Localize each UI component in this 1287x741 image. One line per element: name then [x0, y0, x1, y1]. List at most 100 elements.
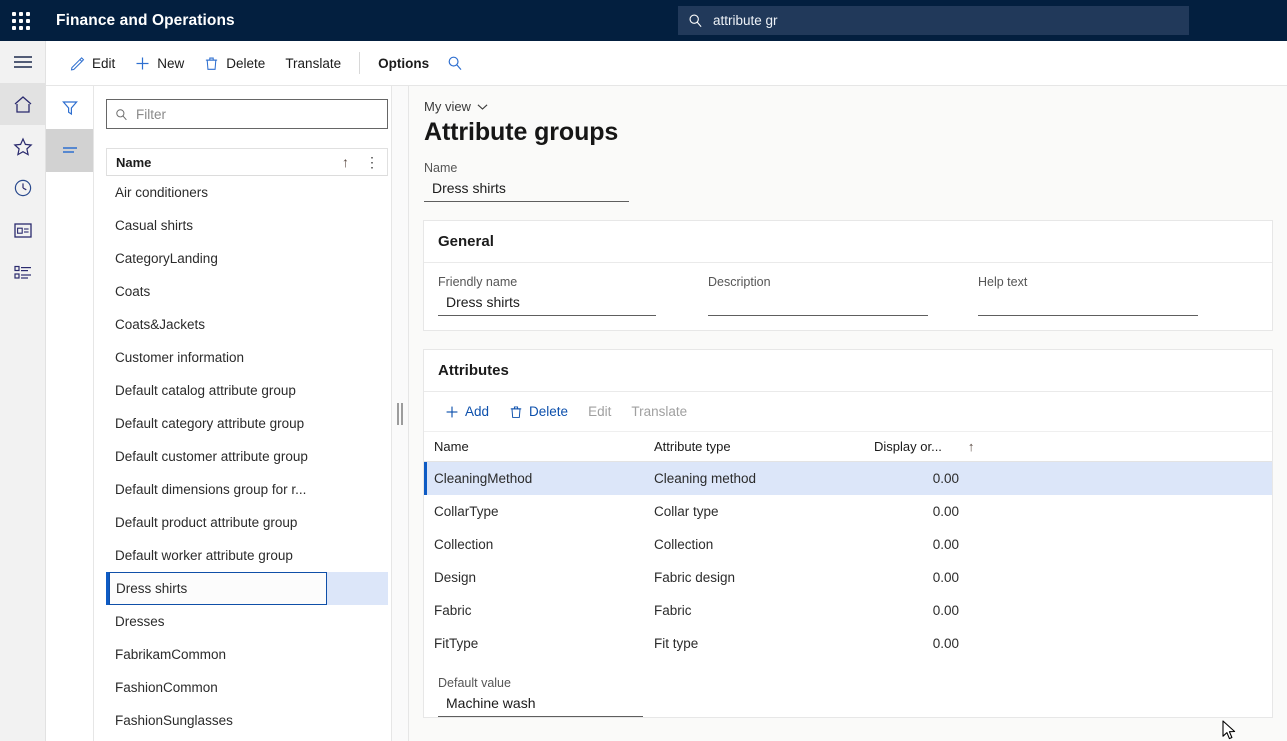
- app-launcher-grid-icon[interactable]: [0, 0, 42, 41]
- attributes-edit-label: Edit: [588, 404, 611, 419]
- navigation-rail: [0, 41, 46, 741]
- list-lines-icon[interactable]: [46, 129, 93, 172]
- attributes-delete-button[interactable]: Delete: [500, 398, 577, 426]
- attributes-add-button[interactable]: Add: [436, 398, 498, 426]
- list-item[interactable]: CategoryLanding: [106, 242, 388, 275]
- list-item-label: Default customer attribute group: [115, 449, 308, 464]
- search-icon: [115, 108, 128, 121]
- delete-button-label: Delete: [226, 56, 265, 71]
- list-item[interactable]: FashionCommon: [106, 671, 388, 704]
- sort-ascending-arrow: ↑: [342, 154, 365, 170]
- default-value-label: Default value: [438, 676, 1272, 690]
- cell-name: CollarType: [427, 504, 647, 519]
- list-item-label: Coats: [115, 284, 150, 299]
- translate-button-label: Translate: [285, 56, 341, 71]
- global-search-box[interactable]: [678, 6, 1189, 35]
- cell-attribute-type: Fabric: [647, 603, 867, 618]
- description-field-group: Description: [708, 275, 978, 316]
- list-item[interactable]: Customer information: [106, 341, 388, 374]
- global-search-input[interactable]: [713, 13, 1179, 28]
- attributes-add-label: Add: [465, 404, 489, 419]
- list-column-header[interactable]: Name ↑ ⋮: [106, 148, 388, 176]
- translate-button[interactable]: Translate: [275, 47, 351, 79]
- list-item-selected[interactable]: Dress shirts: [106, 572, 388, 605]
- attributes-section-title: Attributes: [424, 350, 1272, 392]
- list-column-header-label: Name: [107, 155, 342, 170]
- column-header-display-order[interactable]: Display or... ↑: [864, 439, 984, 454]
- list-item[interactable]: Default customer attribute group: [106, 440, 388, 473]
- hamburger-menu-icon[interactable]: [0, 41, 46, 83]
- list-item[interactable]: Default category attribute group: [106, 407, 388, 440]
- list-item-selected-cell[interactable]: Dress shirts: [109, 572, 327, 605]
- default-value-field-group: Default value: [438, 676, 1272, 717]
- list-item[interactable]: Dresses: [106, 605, 388, 638]
- help-text-input[interactable]: [978, 292, 1198, 316]
- list-item-label: Customer information: [115, 350, 244, 365]
- table-row[interactable]: Collection Collection 0.00: [424, 528, 1272, 561]
- help-text-label: Help text: [978, 275, 1248, 289]
- clock-icon[interactable]: [0, 167, 46, 209]
- workspace-icon[interactable]: [0, 209, 46, 251]
- list-pane: Name ↑ ⋮ Air conditioners Casual shirts …: [46, 86, 397, 741]
- table-row[interactable]: Fabric Fabric 0.00: [424, 594, 1272, 627]
- name-field-input[interactable]: [424, 178, 629, 202]
- attributes-grid: Name Attribute type Display or... ↑ Clea…: [424, 432, 1272, 660]
- view-selector[interactable]: My view: [424, 99, 488, 114]
- filter-funnel-icon[interactable]: [46, 86, 93, 129]
- list-item[interactable]: Coats: [106, 275, 388, 308]
- friendly-name-input[interactable]: [438, 292, 656, 316]
- attributes-grid-header: Name Attribute type Display or... ↑: [424, 432, 1272, 462]
- new-button-label: New: [157, 56, 184, 71]
- filter-input-wrapper[interactable]: [106, 99, 388, 129]
- filter-input[interactable]: [136, 107, 379, 122]
- table-row[interactable]: CleaningMethod Cleaning method 0.00: [424, 462, 1272, 495]
- cell-attribute-type: Collection: [647, 537, 867, 552]
- chevron-down-icon: [477, 103, 488, 111]
- table-row[interactable]: FitType Fit type 0.00: [424, 627, 1272, 660]
- list-item-label: Coats&Jackets: [115, 317, 205, 332]
- table-row[interactable]: CollarType Collar type 0.00: [424, 495, 1272, 528]
- general-section-title: General: [424, 221, 1272, 263]
- pencil-icon: [70, 56, 85, 71]
- table-row[interactable]: Design Fabric design 0.00: [424, 561, 1272, 594]
- delete-button[interactable]: Delete: [194, 47, 275, 79]
- list-item[interactable]: Casual shirts: [106, 209, 388, 242]
- plus-icon: [135, 56, 150, 71]
- command-bar-search-button[interactable]: [439, 47, 471, 79]
- attribute-group-list[interactable]: Air conditioners Casual shirts CategoryL…: [106, 176, 388, 741]
- list-item-label: Dress shirts: [116, 581, 187, 596]
- cell-display-order: 0.00: [867, 504, 987, 519]
- column-header-attribute-type[interactable]: Attribute type: [644, 439, 864, 454]
- list-item[interactable]: Default product attribute group: [106, 506, 388, 539]
- options-button[interactable]: Options: [368, 47, 439, 79]
- list-item[interactable]: Default dimensions group for r...: [106, 473, 388, 506]
- list-item-label: FabrikamCommon: [115, 647, 226, 662]
- more-vertical-icon[interactable]: ⋮: [365, 159, 387, 165]
- description-label: Description: [708, 275, 978, 289]
- description-input[interactable]: [708, 292, 928, 316]
- page-title: Attribute groups: [424, 118, 1287, 147]
- home-icon[interactable]: [0, 83, 46, 125]
- column-header-name[interactable]: Name: [424, 439, 644, 454]
- default-value-input[interactable]: [438, 693, 643, 717]
- list-item[interactable]: Default catalog attribute group: [106, 374, 388, 407]
- new-button[interactable]: New: [125, 47, 194, 79]
- list-item-label: Air conditioners: [115, 185, 208, 200]
- friendly-name-label: Friendly name: [438, 275, 708, 289]
- edit-button-label: Edit: [92, 56, 115, 71]
- list-item[interactable]: Default worker attribute group: [106, 539, 388, 572]
- list-item-label: Default dimensions group for r...: [115, 482, 306, 497]
- edit-button[interactable]: Edit: [60, 47, 125, 79]
- list-item-label: Default product attribute group: [115, 515, 297, 530]
- plus-icon: [445, 405, 459, 419]
- list-item-label: Dresses: [115, 614, 165, 629]
- star-icon[interactable]: [0, 125, 46, 167]
- list-item[interactable]: FabrikamCommon: [106, 638, 388, 671]
- list-item-label: FashionCommon: [115, 680, 218, 695]
- list-item[interactable]: FashionSunglasses: [106, 704, 388, 737]
- attributes-translate-button: Translate: [622, 398, 696, 426]
- pane-splitter[interactable]: [391, 86, 409, 741]
- list-icon[interactable]: [0, 251, 46, 293]
- list-item[interactable]: Air conditioners: [106, 176, 388, 209]
- list-item[interactable]: Coats&Jackets: [106, 308, 388, 341]
